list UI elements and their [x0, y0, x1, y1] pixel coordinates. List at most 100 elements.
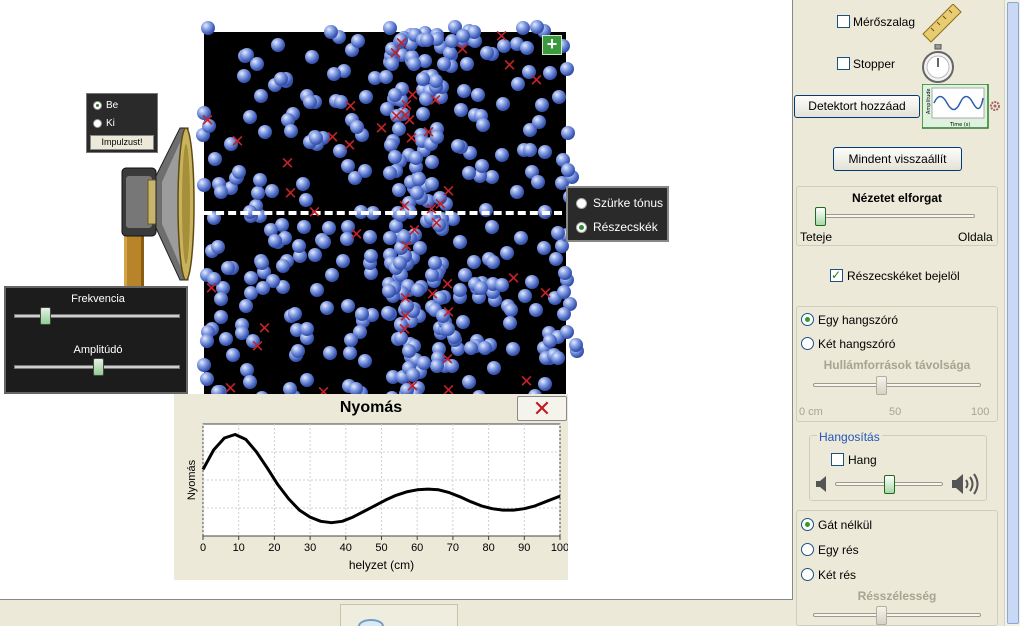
distance-tick-50: 50: [889, 406, 902, 418]
control-panel: Mérőszalag Stopper Detektort hozzáad Amp…: [793, 0, 1004, 626]
marked-particle: ✕: [405, 377, 420, 397]
detector-graph-icon: Amplitude Time (s): [922, 84, 989, 129]
one-slit-radio[interactable]: [801, 543, 814, 556]
mark-particles-checkbox[interactable]: [830, 268, 843, 282]
volume-low-icon: [816, 476, 826, 492]
pulse-off-option[interactable]: Ki: [93, 118, 115, 129]
pulse-on-option[interactable]: Be: [93, 100, 118, 111]
marked-particle: ✕: [441, 303, 456, 323]
pulse-on-radio[interactable]: [93, 101, 102, 110]
frequency-slider-thumb[interactable]: [40, 307, 52, 325]
source-distance-track[interactable]: [813, 383, 981, 387]
playback-knob-icon[interactable]: [358, 619, 384, 626]
mark-particles-label: Részecskéket bejelöl: [847, 269, 960, 283]
source-distance-thumb[interactable]: [875, 376, 887, 395]
add-detector-button[interactable]: Detektort hozzáad: [794, 95, 920, 118]
marked-particle: ✕: [398, 106, 413, 126]
frequency-amplitude-panel: Frekvencia Amplitúdó: [4, 286, 188, 394]
slit-width-track[interactable]: [813, 613, 981, 617]
one-speaker-label: Egy hangszóró: [818, 313, 899, 327]
marked-particle: ✕: [325, 128, 340, 148]
vertical-scrollbar[interactable]: [1004, 0, 1020, 626]
grayscale-label: Szürke tónus: [593, 196, 664, 210]
marked-particle: ✕: [455, 40, 470, 60]
graph-close-button[interactable]: ✕: [517, 396, 567, 421]
marked-particle: ✕: [204, 279, 219, 299]
impulse-button[interactable]: Impulzust!: [90, 135, 154, 150]
grayscale-radio[interactable]: [576, 197, 587, 209]
volume-high-icon: [952, 473, 979, 495]
rotate-view-thumb[interactable]: [815, 207, 826, 226]
sound-group-title: Hangosítás: [817, 430, 882, 444]
two-slits-radio[interactable]: [801, 568, 814, 581]
particles-option[interactable]: Részecskék: [576, 220, 658, 234]
marked-particle: ✕: [349, 225, 364, 245]
marked-particle: ✕: [502, 56, 517, 76]
one-speaker-radio[interactable]: [801, 313, 814, 326]
no-barrier-label: Gát nélkül: [818, 518, 873, 532]
pulse-mode-panel: Be Ki Impulzust!: [86, 93, 158, 153]
slit-width-label: Résszélesség: [857, 589, 937, 603]
x-tick-label: 30: [304, 542, 316, 554]
x-axis-label: helyzet (cm): [349, 558, 414, 572]
x-tick-label: 70: [447, 542, 459, 554]
rotate-view-track[interactable]: [815, 214, 975, 218]
no-barrier-radio[interactable]: [801, 518, 814, 531]
grayscale-option[interactable]: Szürke tónus: [576, 196, 663, 210]
x-tick-label: 100: [551, 542, 568, 554]
x-tick-label: 10: [233, 542, 245, 554]
rotate-min-label: Teteje: [800, 230, 833, 244]
two-speakers-label: Két hangszóró: [818, 337, 896, 351]
slit-width-thumb[interactable]: [875, 606, 887, 625]
amplitude-slider-thumb[interactable]: [93, 358, 105, 376]
rotate-max-label: Oldala: [958, 230, 993, 244]
marked-particle: ✕: [399, 237, 414, 257]
sound-label: Hang: [848, 453, 877, 467]
marked-particle: ✕: [280, 154, 295, 174]
marked-particle: ✕: [342, 136, 357, 156]
distance-tick-0: 0 cm: [799, 406, 823, 418]
marked-particle: ✕: [404, 129, 419, 149]
pulse-off-label: Ki: [106, 118, 115, 129]
one-slit-label: Egy rés: [818, 543, 859, 557]
graph-title: Nyomás: [339, 399, 403, 416]
pressure-graph-panel: 0 10 20 30 40 50 60 70 80 90 100 helyzet (cm) Nyomás…: [174, 394, 568, 580]
two-speakers-radio[interactable]: [801, 337, 814, 350]
marked-particle: ✕: [506, 269, 521, 289]
two-slits-label: Két rés: [818, 568, 857, 582]
marked-particle: ✕: [440, 350, 455, 370]
particles-radio[interactable]: [576, 221, 587, 233]
pulse-off-radio[interactable]: [93, 119, 102, 128]
marked-particle: ✕: [425, 285, 440, 305]
volume-slider-thumb[interactable]: [883, 475, 895, 494]
stopwatch-checkbox[interactable]: [837, 57, 850, 70]
marked-particle: ✕: [440, 275, 455, 295]
x-tick-label: 80: [482, 542, 494, 554]
measuring-tape-label: Mérőszalag: [853, 15, 916, 29]
measuring-tape-checkbox[interactable]: [837, 15, 850, 28]
marked-particle: ✕: [538, 284, 553, 304]
x-tick-label: 60: [411, 542, 423, 554]
simulation-area: ✕ ✕ ✕ ✕ ✕ ✕ ✕ ✕ ✕ ✕ ✕ ✕ ✕ ✕ ✕ ✕ ✕ ✕ ✕ ✕ ✕ ✕ ✕ ✕ ✕ ✕ ✕ ✕ ✕ ✕ ✕ ✕ ✕ ✕ ✕ ✕ ✕ ✕ ✕ ✕…: [0, 0, 793, 600]
frequency-slider-track[interactable]: [14, 314, 180, 318]
marked-particle: ✕: [519, 372, 534, 392]
stopwatch-label: Stopper: [853, 57, 896, 71]
marked-particle: ✕: [230, 132, 245, 152]
detector-gear-icon[interactable]: [989, 100, 1001, 112]
y-axis-label: Nyomás: [186, 459, 198, 500]
stopwatch-icon: [922, 44, 954, 83]
marked-particle: ✕: [250, 337, 265, 357]
marked-particle: ✕: [200, 111, 215, 131]
zoom-plus-button[interactable]: +: [542, 35, 562, 55]
bottom-tab[interactable]: [340, 604, 458, 626]
amplitude-label: Amplitúdó: [73, 344, 123, 356]
sound-checkbox[interactable]: [831, 453, 844, 466]
marked-particle: ✕: [407, 221, 422, 241]
measuring-tape-icon: [922, 4, 962, 43]
reset-all-button[interactable]: Mindent visszaállít: [833, 147, 962, 171]
rotate-view-title: Nézetet elforgat: [851, 191, 943, 205]
pulse-on-label: Be: [106, 100, 119, 111]
marked-particle: ✕: [529, 71, 544, 91]
marked-particle: ✕: [424, 200, 439, 220]
scrollbar-thumb[interactable]: [1007, 2, 1019, 624]
